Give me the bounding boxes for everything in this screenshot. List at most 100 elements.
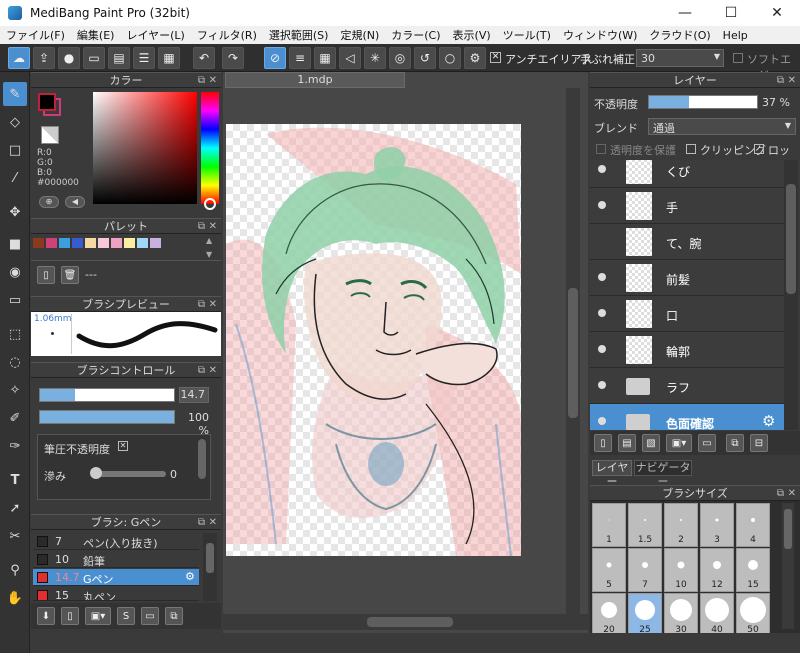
gradient-tool-icon[interactable]: ▭ [3,288,27,312]
new-layer-icon[interactable]: ▯ [594,434,612,452]
popout-icon[interactable]: ⧉ [198,363,205,378]
scroll-thumb[interactable] [784,509,792,549]
layer-folder-row[interactable]: ラフ [590,368,784,404]
layer-list-scrollbar[interactable] [784,160,798,430]
delete-palette-icon[interactable]: 🗑 [61,266,79,284]
blur-tool-icon[interactable]: ⁄ [3,166,27,190]
select-pen-tool-icon[interactable]: ✐ [3,406,27,430]
palette-swatch[interactable] [72,238,83,248]
parallel-snap-icon[interactable]: ≡ [289,47,311,69]
gear-icon[interactable]: ⚙ [762,412,775,430]
blur-slider-handle[interactable] [90,467,102,479]
brush-item[interactable]: 10 鉛筆 [33,551,199,568]
add-layer-menu-icon[interactable]: ▣▾ [666,434,692,452]
divide-tool-icon[interactable]: ✂ [3,524,27,548]
close-button[interactable]: ✕ [754,0,800,26]
menu-cloud[interactable]: クラウド(O) [643,27,716,43]
brush-size-cell[interactable]: 50 [736,593,770,633]
menu-help[interactable]: Help [717,29,754,42]
popout-icon[interactable]: ⧉ [198,515,205,530]
menu-view[interactable]: 表示(V) [447,27,497,43]
protect-alpha-checkbox[interactable] [596,144,606,154]
brush-size-cell[interactable]: 30 [664,593,698,633]
layer-row[interactable]: て、腕 [590,224,784,260]
folder-icon[interactable]: ▭ [698,434,716,452]
brush-size-cell[interactable]: 3 [700,503,734,547]
minimize-button[interactable]: — [662,0,708,26]
eye-icon[interactable] [598,417,606,425]
brush-size-cell[interactable]: 12 [700,548,734,592]
layer-row[interactable]: 輪郭 [590,332,784,368]
document-tab[interactable]: 1.mdp [225,72,405,88]
pressure-opacity-checkbox[interactable]: ✕ [118,441,128,451]
brush-size-cell[interactable]: 40 [700,593,734,633]
hue-handle[interactable] [204,198,216,210]
close-icon[interactable]: ✕ [209,515,217,530]
curve-snap-icon[interactable]: ↺ [414,47,436,69]
soft-edge-checkbox[interactable] [733,53,743,63]
brush-item[interactable]: 15 丸ペン [33,587,199,601]
undo-icon[interactable]: ↶ [193,47,215,69]
gear-icon[interactable]: ⚙ [185,570,195,583]
palette-swatch[interactable] [111,238,122,248]
folder-icon[interactable]: ▭ [141,607,159,625]
layer-row[interactable]: 前髪 [590,260,784,296]
menu-layer[interactable]: レイヤー(L) [120,27,190,43]
bucket-tool-icon[interactable]: ◉ [3,260,27,284]
color-swap-button[interactable]: ◀ [65,196,85,208]
menu-selection[interactable]: 選択範囲(S) [263,27,335,43]
eye-icon[interactable] [598,273,606,281]
duplicate-icon[interactable]: ⧉ [165,607,183,625]
canvas-horizontal-scrollbar[interactable] [223,614,588,630]
magic-wand-tool-icon[interactable]: ✧ [3,378,27,402]
new-brush-icon[interactable]: ▯ [61,607,79,625]
hue-slider[interactable] [201,92,219,204]
add-brush-icon[interactable]: ▣▾ [85,607,111,625]
merge-layer-icon[interactable]: ⊟ [750,434,768,452]
maximize-button[interactable]: ☐ [708,0,754,26]
brush-size-cell[interactable]: 2 [664,503,698,547]
perspective-snap-icon[interactable]: ◁ [339,47,361,69]
popout-icon[interactable]: ⧉ [198,73,205,88]
settings-icon[interactable]: ⚙ [464,47,486,69]
circle-snap-icon[interactable]: ◎ [389,47,411,69]
add-panel-icon[interactable]: ▦ [158,47,180,69]
palette-swatch[interactable] [46,238,57,248]
drawing-canvas[interactable] [226,124,521,556]
scroll-thumb[interactable] [206,543,214,573]
layer-row[interactable]: 口 [590,296,784,332]
eraser-tool-icon[interactable]: ◇ [3,110,27,134]
antialias-checkbox[interactable]: ✕ [490,52,501,63]
canvas-vertical-scrollbar[interactable] [566,88,580,618]
rect-fill-tool-icon[interactable]: ■ [3,232,27,256]
close-icon[interactable]: ✕ [209,363,217,378]
brush-tool-icon[interactable]: ✎ [3,82,27,106]
brush-size-cell[interactable]: 7 [628,548,662,592]
cloud-icon[interactable]: ☁ [8,47,30,69]
chat-icon[interactable]: ▭ [83,47,105,69]
brush-size-cell[interactable]: 5 [592,548,626,592]
brush-size-cell[interactable]: 4 [736,503,770,547]
select-tool-icon[interactable]: ⬚ [3,322,27,346]
layer-row[interactable]: くび [590,160,784,188]
brush-list-scrollbar[interactable] [203,533,217,601]
brush-item-selected[interactable]: 14.7 Gペン ⚙ [33,569,199,586]
primary-color-swatch[interactable] [38,93,56,111]
palette-swatch[interactable] [98,238,109,248]
eye-icon[interactable] [598,381,606,389]
menu-window[interactable]: ウィンドウ(W) [557,27,643,43]
scroll-thumb[interactable] [568,288,578,418]
eye-icon[interactable] [598,201,606,209]
close-icon[interactable]: ✕ [788,486,796,501]
new-palette-icon[interactable]: ▯ [37,266,55,284]
color-history-button[interactable]: ⊕ [39,196,59,208]
upload-icon[interactable]: ⇪ [33,47,55,69]
select-eraser-tool-icon[interactable]: ✑ [3,434,27,458]
stabilizer-select[interactable]: 30 ▼ [636,49,724,67]
brush-opacity-slider[interactable] [39,410,175,424]
brush-size-slider[interactable] [39,388,175,402]
popout-icon[interactable]: ⧉ [777,73,784,88]
tab-navigator[interactable]: ナビゲーター [634,460,692,488]
brush-size-cell[interactable]: 10 [664,548,698,592]
grid-snap-icon[interactable]: ▦ [314,47,336,69]
